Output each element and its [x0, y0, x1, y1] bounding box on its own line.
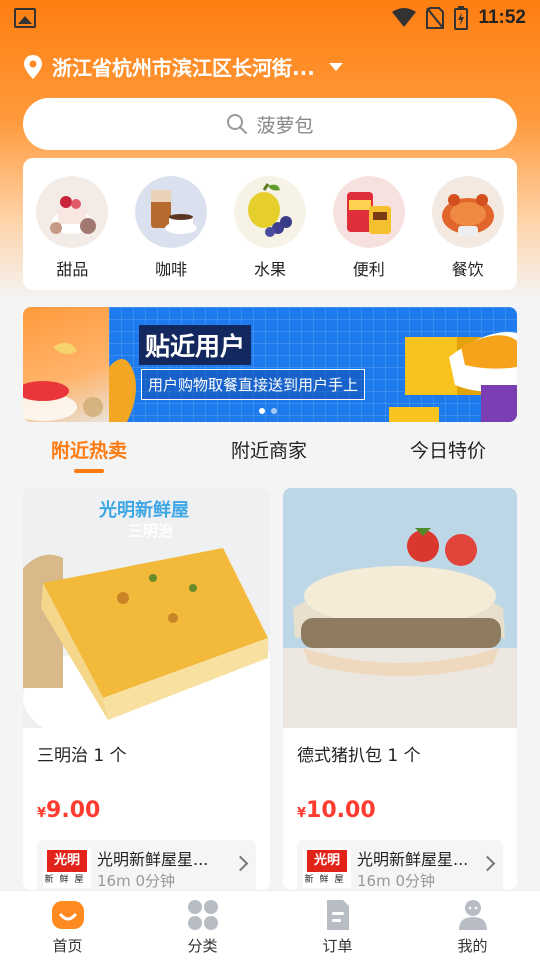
price-value: 9.00: [46, 798, 101, 823]
chevron-down-icon: [328, 62, 343, 71]
order-document-icon: [326, 900, 349, 930]
search-placeholder: 菠萝包: [256, 114, 314, 137]
nav-label: 订单: [322, 937, 353, 955]
banner-dot-active: [259, 408, 265, 414]
dessert-icon: [36, 176, 109, 248]
category-label: 甜品: [56, 260, 89, 279]
gallery-notification-icon: [14, 8, 36, 28]
nav-home[interactable]: 首页: [0, 891, 135, 960]
shop-name: 光明新鲜屋星...: [97, 850, 209, 869]
banner-dot: [271, 408, 277, 414]
photo-watermark-brand: 光明新鲜屋: [99, 500, 189, 521]
nav-profile[interactable]: 我的: [405, 891, 540, 960]
bottom-nav: 首页 分类 订单 我的: [0, 890, 540, 960]
product-name: 德式猪扒包 1 个: [297, 746, 421, 766]
price-value: 10.00: [306, 798, 376, 823]
product-name: 三明治 1 个: [37, 746, 127, 766]
chevron-right-icon: [232, 855, 249, 872]
banner-subtitle: 用户购物取餐直接送到用户手上: [141, 369, 366, 400]
category-label: 咖啡: [155, 260, 188, 279]
fruit-icon: [233, 176, 306, 248]
location-pin-icon: [24, 54, 42, 79]
status-time: 11:52: [478, 7, 526, 28]
category-fruit[interactable]: 水果: [230, 176, 310, 290]
feed-tabs: 附近热卖 附近商家 今日特价: [0, 436, 540, 476]
nav-orders[interactable]: 订单: [270, 891, 405, 960]
dining-icon: [431, 176, 504, 248]
tab-active-indicator: [74, 469, 104, 473]
tab-nearby-hot[interactable]: 附近热卖: [51, 436, 127, 463]
shop-distance: 16m 0分钟: [97, 872, 176, 890]
search-input[interactable]: 菠萝包: [23, 98, 517, 150]
banner-side-image: [23, 307, 109, 422]
chevron-right-icon: [479, 855, 496, 872]
category-label: 餐饮: [451, 260, 484, 279]
shop-logo-text: 光明: [307, 850, 347, 872]
banner-pagination: [259, 408, 277, 414]
shop-name: 光明新鲜屋星...: [357, 850, 469, 869]
nav-label: 首页: [52, 937, 83, 955]
nav-category[interactable]: 分类: [135, 891, 270, 960]
location-selector[interactable]: 浙江省杭州市滨江区长河街...: [22, 52, 343, 81]
tab-nearby-shops[interactable]: 附近商家: [231, 436, 307, 463]
shop-logo: 光明 新鲜屋: [43, 848, 91, 888]
product-price: ¥10.00: [297, 798, 376, 823]
home-icon: [51, 901, 84, 929]
category-dining[interactable]: 餐饮: [428, 176, 508, 290]
product-photo: [283, 488, 517, 728]
currency-symbol: ¥: [297, 806, 307, 821]
nav-label: 分类: [187, 937, 218, 955]
shop-logo-text: 光明: [47, 850, 87, 872]
product-price: ¥9.00: [37, 798, 100, 823]
product-card[interactable]: 德式猪扒包 1 个 ¥10.00 光明 新鲜屋 光明新鲜屋星... 16m 0分…: [283, 488, 517, 890]
location-address: 浙江省杭州市滨江区长河街...: [52, 56, 315, 80]
shop-logo-sub: 新鲜屋: [304, 875, 350, 885]
shop-logo-sub: 新鲜屋: [44, 875, 90, 885]
photo-watermark-product: 三明治: [128, 522, 174, 540]
battery-charging-icon: [454, 6, 469, 30]
profile-icon: [458, 900, 487, 930]
category-grid-icon: [187, 900, 218, 930]
no-sim-icon: [426, 7, 445, 29]
status-bar: 11:52: [0, 0, 540, 36]
search-icon: [227, 114, 248, 134]
product-photo: 光明新鲜屋 三明治: [23, 488, 270, 728]
banner-headline: 贴近用户: [139, 325, 252, 365]
wifi-icon: [392, 8, 417, 27]
category-label: 水果: [253, 260, 286, 279]
shop-distance: 16m 0分钟: [357, 872, 436, 890]
category-label: 便利: [352, 260, 385, 279]
product-card[interactable]: 光明新鲜屋 三明治 三明治 1 个 ¥9.00 光明 新鲜屋 光明新鲜屋星...…: [23, 488, 270, 890]
category-dessert[interactable]: 甜品: [32, 176, 112, 290]
shop-info[interactable]: 光明 新鲜屋 光明新鲜屋星... 16m 0分钟: [37, 840, 256, 890]
shop-info[interactable]: 光明 新鲜屋 光明新鲜屋星... 16m 0分钟: [297, 840, 503, 890]
nav-label: 我的: [457, 937, 488, 955]
shop-logo: 光明 新鲜屋: [303, 848, 351, 888]
category-convenience[interactable]: 便利: [329, 176, 409, 290]
convenience-icon: [332, 176, 405, 248]
currency-symbol: ¥: [37, 806, 47, 821]
category-grid: 甜品 咖啡 水果 便利 餐饮: [23, 158, 517, 290]
tab-today-deals[interactable]: 今日特价: [410, 436, 486, 463]
coffee-icon: [135, 176, 208, 248]
promo-banner[interactable]: 贴近用户 用户购物取餐直接送到用户手上: [23, 307, 517, 422]
category-coffee[interactable]: 咖啡: [131, 176, 211, 290]
